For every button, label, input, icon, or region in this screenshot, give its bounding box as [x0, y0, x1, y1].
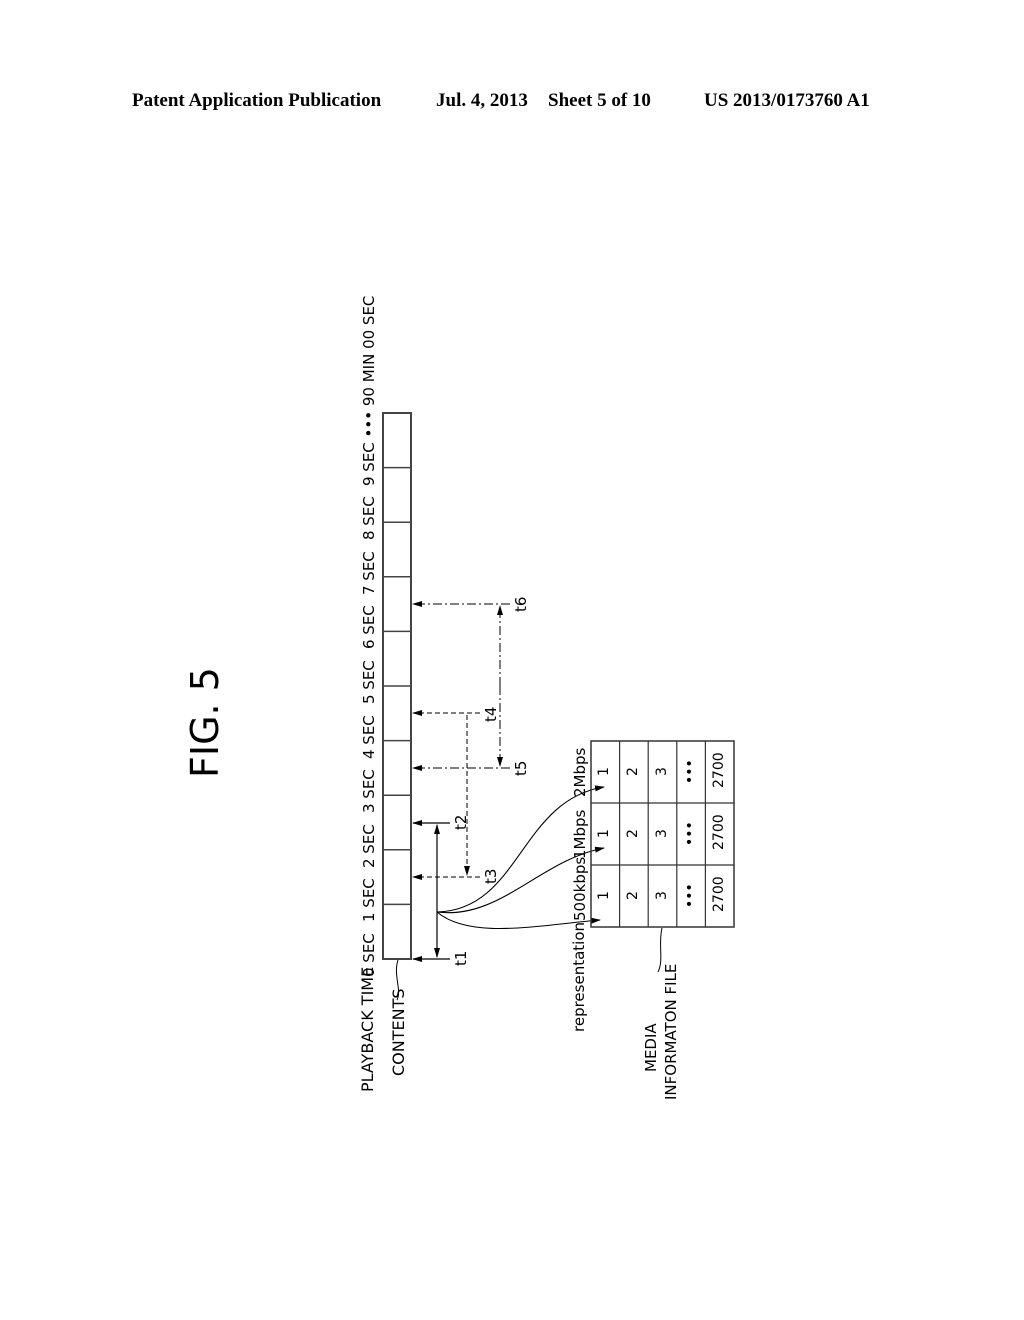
bitrate-label: 2Mbps: [571, 747, 589, 797]
t3-marker: [412, 715, 480, 880]
segment-cell: 1: [596, 829, 613, 838]
segment-cell: 3: [653, 767, 670, 776]
segment-cell: •••: [682, 883, 699, 908]
segment-cell: 2: [624, 767, 641, 776]
segment-cell: •••: [682, 821, 699, 846]
time-tick-label: 3 SEC: [360, 769, 378, 814]
contents-label: CONTENTS: [389, 988, 408, 1076]
segment-cell: 3: [653, 891, 670, 900]
segment-cell: 2: [624, 829, 641, 838]
segment-cell: 2: [624, 891, 641, 900]
media-info-label-line1: MEDIA: [642, 1023, 660, 1072]
t6-marker: [412, 601, 510, 767]
bitrate-label: 1Mbps: [571, 809, 589, 859]
time-tick-label: 6 SEC: [360, 605, 378, 650]
representation-label: representation: [570, 921, 588, 1032]
segment-cell: 2700: [710, 876, 727, 912]
time-tick-label: 5 SEC: [360, 660, 378, 704]
time-tick-label: 7 SEC: [360, 551, 378, 595]
segment-cell: 2700: [710, 814, 727, 850]
figure-diagram: [382, 412, 735, 1001]
t4-label: t4: [482, 706, 500, 722]
segment-cell: 1: [596, 891, 613, 900]
t1-label: t1: [452, 950, 470, 966]
time-tick-label: 1 SEC: [360, 878, 378, 923]
time-tick-label: 9 SEC ••• 90 MIN 00 SEC: [360, 295, 378, 486]
t6-label: t6: [512, 596, 530, 612]
segment-cell: 1: [596, 767, 613, 776]
segment-cell: 2700: [710, 752, 727, 788]
time-tick-label: 8 SEC: [360, 496, 378, 541]
time-tick-label: 4 SEC: [360, 714, 378, 759]
segment-cell: •••: [682, 759, 699, 784]
time-tick-label: 2 SEC: [360, 824, 378, 868]
media-info-label-line2: INFORMATON FILE: [662, 963, 680, 1100]
segment-cell: 3: [653, 829, 670, 838]
bitrate-label: 500kbps: [571, 856, 589, 921]
time-tick-label: 0 SEC: [360, 933, 378, 977]
t5-label: t5: [512, 760, 530, 776]
playback-time-label: PLAYBACK TIME: [358, 966, 377, 1092]
t3-label: t3: [482, 868, 500, 884]
t2-label: t2: [452, 814, 470, 830]
